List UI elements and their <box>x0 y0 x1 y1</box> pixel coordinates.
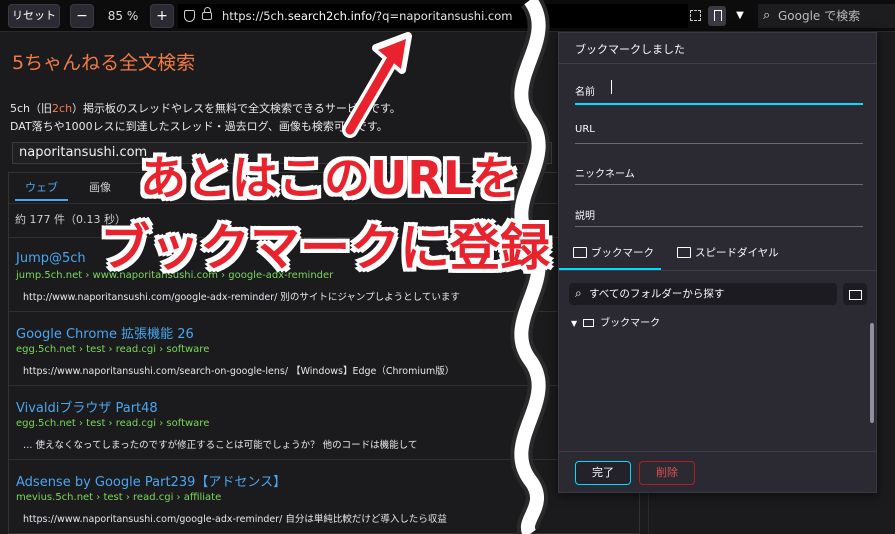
tab-image[interactable]: 画像 <box>89 179 111 195</box>
zoom-in-button[interactable]: + <box>150 4 174 28</box>
result-url[interactable]: mevius.5ch.net › test › read.cgi › affil… <box>16 492 221 503</box>
description-label: 説明 <box>575 211 595 222</box>
result-title[interactable]: Jump@5ch <box>16 251 86 266</box>
result-snippet: http://www.naporitansushi.com/google-adx… <box>23 292 460 303</box>
lock-icon[interactable] <box>202 7 212 20</box>
folder-search-input[interactable]: すべてのフォルダーから探す <box>569 282 837 305</box>
divider <box>559 63 876 64</box>
panel-title: ブックマークしました <box>575 43 685 56</box>
result-snippet: https://www.naporitansushi.com/search-on… <box>23 366 455 377</box>
delete-button[interactable]: 削除 <box>639 461 695 485</box>
browser-toolbar: リセット − 85 % + https://5ch.search2ch.info… <box>0 0 895 32</box>
result-url[interactable]: egg.5ch.net › test › read.cgi › software <box>16 344 209 355</box>
desc-part-a: 5ch（旧 <box>10 102 53 115</box>
zoom-out-button[interactable]: − <box>70 4 94 28</box>
nickname-label: ニックネーム <box>575 169 635 180</box>
zoom-level: 85 % <box>107 9 139 23</box>
desc-highlight: 2ch <box>52 102 73 115</box>
tab-speed-dial[interactable]: スピードダイヤル <box>677 245 779 260</box>
result-snippet: … 使えなくなってしまったのですが修正することは可能でしょうか？ 他のコードは機… <box>23 440 418 451</box>
url-domain: search2ch.info <box>287 9 373 23</box>
folder-icon <box>583 319 595 327</box>
folder-label: ブックマーク <box>600 318 661 329</box>
url-label: URL <box>575 124 595 135</box>
name-label: 名前 <box>575 87 595 98</box>
folder-tree-item[interactable]: ▼ ブックマーク <box>571 314 660 329</box>
url-field[interactable] <box>575 143 863 144</box>
search-input[interactable]: Google で検索 <box>758 4 895 28</box>
web-page: 5ちゃんねる全文検索 5ch（旧2ch）掲示板のスレッドやレスを無料で全文検索で… <box>0 32 640 534</box>
result-snippet: https://www.naporitansushi.com/google-ad… <box>23 514 447 525</box>
caret-down-icon[interactable]: ▼ <box>571 319 577 328</box>
divider <box>559 451 876 452</box>
page-title[interactable]: 5ちゃんねる全文検索 <box>12 48 195 75</box>
zoom-reset-button[interactable]: リセット <box>8 4 60 28</box>
shield-icon[interactable] <box>184 10 195 22</box>
new-folder-button[interactable] <box>843 283 867 305</box>
scrollbar[interactable] <box>870 323 874 423</box>
qr-code-icon[interactable] <box>690 10 701 21</box>
url-prefix: https://5ch. <box>222 9 288 23</box>
arrow-icon <box>342 32 412 138</box>
caption-line-2: ブックマークに登録 <box>100 219 550 277</box>
text-cursor <box>611 80 612 94</box>
name-field[interactable] <box>575 103 863 105</box>
result-url[interactable]: egg.5ch.net › test › read.cgi › software <box>16 418 209 429</box>
tab-web[interactable]: ウェブ <box>15 179 68 201</box>
bookmark-icon[interactable] <box>708 6 726 26</box>
tab-bookmark[interactable]: ブックマーク <box>573 245 654 260</box>
result-title[interactable]: Vivaldiブラウザ Part48 <box>16 397 158 416</box>
result-title[interactable]: Adsense by Google Part239【アドセンス】 <box>16 471 286 490</box>
divider <box>559 270 876 271</box>
bookmark-panel: ブックマークしました 名前 URL ニックネーム 説明 ブックマーク スピードダ… <box>558 32 877 493</box>
caption-line-1: あとはこのURLを <box>140 151 519 205</box>
nickname-field[interactable] <box>575 184 863 185</box>
chevron-down-icon[interactable]: ▼ <box>733 9 747 23</box>
address-bar[interactable]: https://5ch.search2ch.info/?q=naporitans… <box>178 4 688 28</box>
result-title[interactable]: Google Chrome 拡張機能 26 <box>16 323 194 342</box>
description-field[interactable] <box>575 226 863 227</box>
done-button[interactable]: 完了 <box>575 461 631 485</box>
